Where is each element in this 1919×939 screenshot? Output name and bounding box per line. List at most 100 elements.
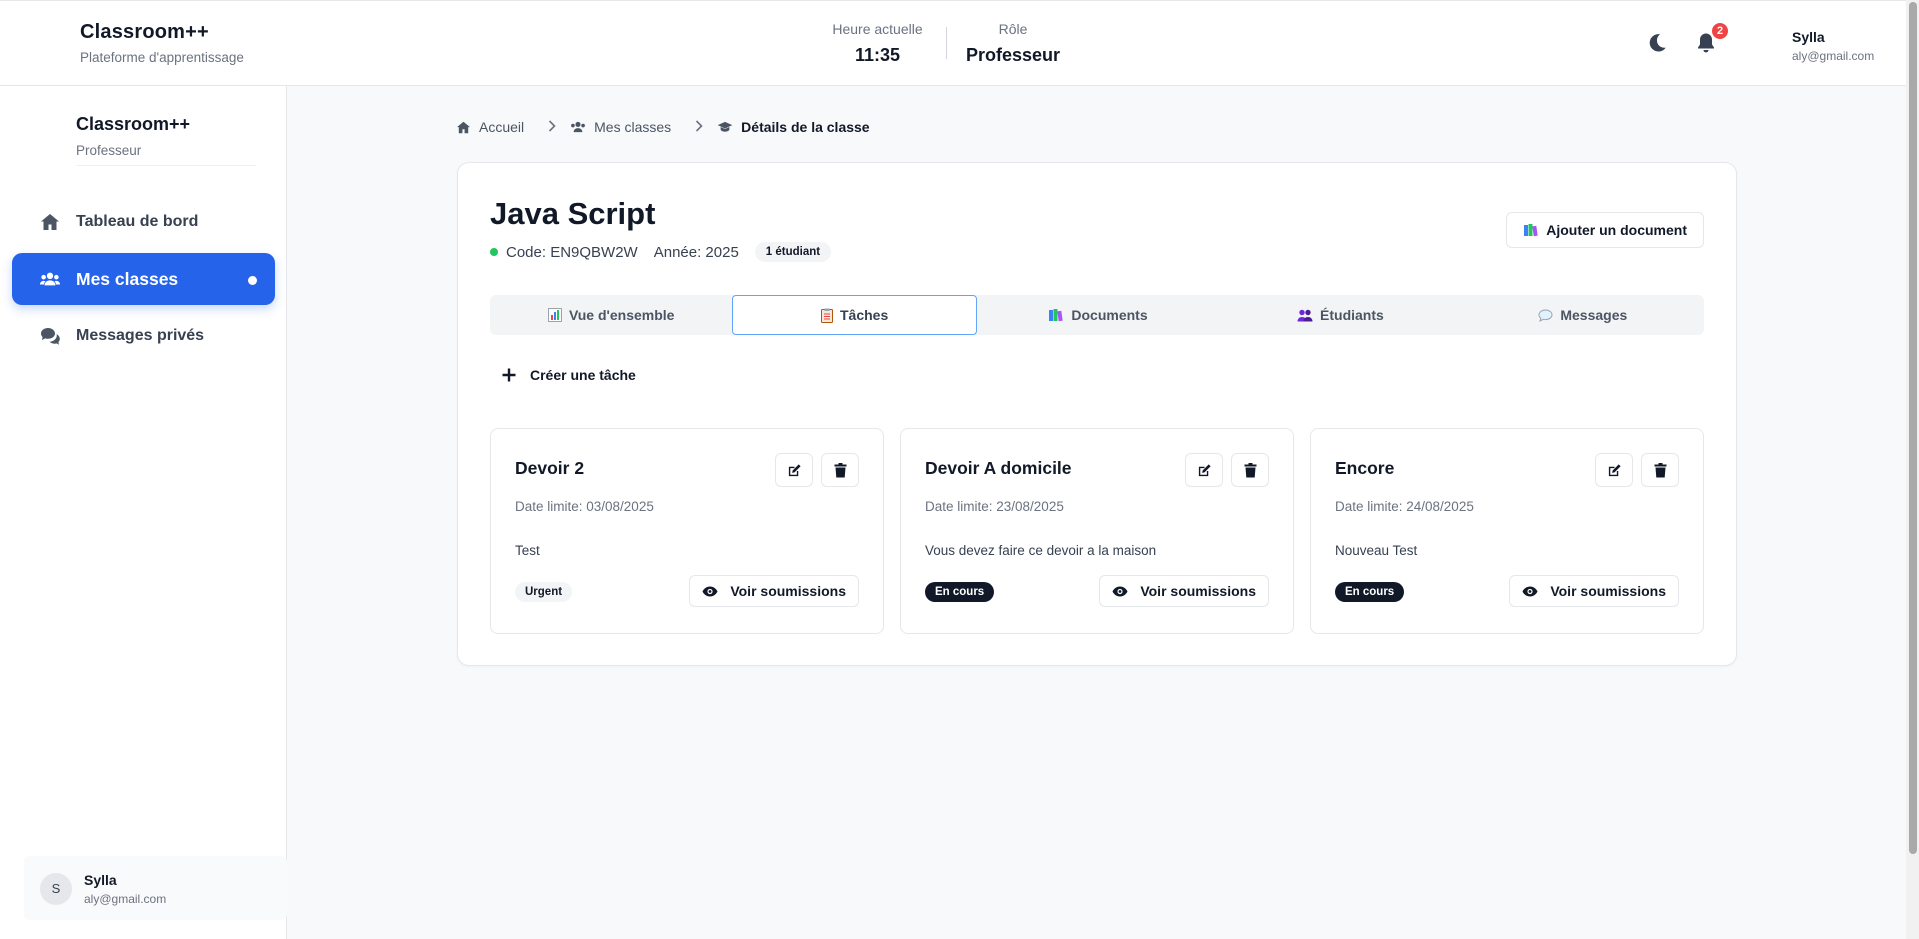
sidebar-brand: Classroom++ Professeur	[76, 114, 256, 158]
notification-badge: 2	[1712, 23, 1728, 39]
breadcrumb-label: Accueil	[479, 119, 525, 135]
task-card: Encore Date limite: 24/08/2025 Nouveau T…	[1310, 428, 1704, 634]
view-submissions-button[interactable]: Voir soumissions	[1099, 575, 1269, 607]
tab-tasks[interactable]: Tâches	[732, 295, 977, 335]
brand-title: Classroom++	[80, 21, 209, 43]
sidebar-brand-title: Classroom++	[76, 114, 191, 134]
class-year: Année: 2025	[653, 243, 739, 261]
task-description: Vous devez faire ce devoir a la maison	[925, 543, 1157, 558]
header-user-email: aly@gmail.com	[1792, 49, 1875, 63]
header-divider	[946, 27, 947, 59]
sidebar-user-name: Sylla	[84, 872, 117, 888]
tab-students[interactable]: Étudiants	[1219, 295, 1461, 335]
eye-icon	[1112, 586, 1128, 597]
sidebar-item-messages[interactable]: Messages privés	[12, 310, 275, 362]
add-document-button[interactable]: Ajouter un document	[1506, 212, 1704, 248]
eye-icon	[702, 586, 718, 597]
sidebar-item-classes[interactable]: Mes classes	[12, 253, 275, 305]
top-header: Classroom++ Plateforme d'apprentissage H…	[0, 0, 1906, 86]
delete-task-button[interactable]	[1231, 453, 1269, 487]
time-label: Heure actuelle	[832, 21, 923, 37]
home-icon	[40, 213, 60, 231]
breadcrumb-label: Détails de la classe	[741, 119, 870, 135]
role-label: Rôle	[998, 21, 1028, 37]
trash-icon	[1654, 462, 1666, 477]
current-time: Heure actuelle 11:35	[820, 21, 935, 66]
view-submissions-label: Voir soumissions	[1550, 583, 1666, 599]
task-description: Test	[515, 543, 540, 558]
sidebar-user-profile[interactable]: S Sylla aly@gmail.com	[24, 856, 287, 920]
moon-icon[interactable]	[1646, 32, 1670, 56]
sidebar-brand-subtitle: Professeur	[76, 143, 142, 158]
eye-icon	[1522, 586, 1538, 597]
view-submissions-label: Voir soumissions	[730, 583, 846, 599]
edit-task-button[interactable]	[775, 453, 813, 487]
home-icon	[457, 121, 470, 133]
sidebar-item-label: Messages privés	[76, 327, 205, 344]
tab-label: Documents	[1071, 307, 1148, 323]
edit-task-button[interactable]	[1595, 453, 1633, 487]
clipboard-icon	[820, 308, 833, 323]
class-details-card: Java Script Code: EN9QBW2W Année: 2025 1…	[457, 162, 1737, 666]
task-card: Devoir 2 Date limite: 03/08/2025 Test Ur…	[490, 428, 884, 634]
books-icon	[1048, 308, 1064, 322]
tab-overview[interactable]: Vue d'ensemble	[490, 295, 732, 335]
view-submissions-button[interactable]: Voir soumissions	[689, 575, 859, 607]
tab-messages[interactable]: Messages	[1462, 295, 1704, 335]
task-card: Devoir A domicile Date limite: 23/08/202…	[900, 428, 1294, 634]
delete-task-button[interactable]	[821, 453, 859, 487]
breadcrumb-current: Détails de la classe	[717, 119, 870, 135]
view-submissions-label: Voir soumissions	[1140, 583, 1256, 599]
task-title: Devoir A domicile	[925, 458, 1072, 478]
breadcrumb: Accueil Mes classes Détails de la classe	[456, 119, 870, 135]
plus-icon	[502, 364, 516, 386]
tab-label: Messages	[1560, 307, 1628, 323]
task-title: Encore	[1335, 458, 1395, 478]
tab-label: Vue d'ensemble	[568, 307, 675, 323]
edit-icon	[1608, 463, 1621, 476]
edit-task-button[interactable]	[1185, 453, 1223, 487]
breadcrumb-home[interactable]: Accueil	[456, 119, 524, 135]
sidebar-divider	[76, 165, 256, 166]
sidebar-user-email: aly@gmail.com	[84, 892, 167, 906]
avatar: S	[40, 873, 72, 905]
trash-icon	[834, 462, 846, 477]
header-user-name: Sylla	[1792, 29, 1825, 45]
class-meta: Code: EN9QBW2W Année: 2025 1 étudiant	[490, 242, 832, 262]
delete-task-button[interactable]	[1641, 453, 1679, 487]
status-badge: En cours	[925, 582, 995, 602]
sidebar: Classroom++ Professeur Tableau de bord M…	[0, 86, 287, 939]
class-code: Code: EN9QBW2W	[506, 243, 638, 261]
status-badge: En cours	[1335, 582, 1405, 602]
tab-label: Étudiants	[1320, 307, 1384, 323]
create-task-button[interactable]: Créer une tâche	[502, 364, 636, 386]
task-title: Devoir 2	[515, 458, 585, 478]
breadcrumb-classes[interactable]: Mes classes	[570, 119, 671, 135]
status-badge: Urgent	[515, 582, 573, 602]
create-task-label: Créer une tâche	[530, 367, 636, 383]
trash-icon	[1244, 462, 1256, 477]
task-deadline: Date limite: 23/08/2025	[925, 499, 1064, 514]
task-description: Nouveau Test	[1335, 543, 1418, 558]
breadcrumb-label: Mes classes	[594, 119, 672, 135]
scrollbar-thumb[interactable]	[1909, 2, 1917, 854]
class-tabs: Vue d'ensemble Tâches Documents Étudiant…	[490, 295, 1704, 335]
sidebar-item-dashboard[interactable]: Tableau de bord	[12, 196, 275, 248]
users-icon	[571, 121, 586, 133]
view-submissions-button[interactable]: Voir soumissions	[1509, 575, 1679, 607]
user-role: Rôle Professeur	[962, 21, 1064, 66]
header-user-menu[interactable]: Sylla aly@gmail.com	[1792, 29, 1874, 63]
brand-subtitle: Plateforme d'apprentissage	[80, 50, 244, 65]
sidebar-item-label: Mes classes	[76, 268, 179, 289]
add-document-label: Ajouter un document	[1546, 222, 1687, 238]
role-value: Professeur	[965, 45, 1061, 65]
header-brand[interactable]: Classroom++ Plateforme d'apprentissage	[80, 21, 244, 65]
tab-documents[interactable]: Documents	[977, 295, 1219, 335]
people-icon	[1297, 309, 1313, 322]
chevron-right-icon	[695, 119, 703, 135]
active-status-dot	[490, 248, 498, 256]
time-value: 11:35	[854, 45, 901, 65]
sidebar-item-label: Tableau de bord	[76, 213, 199, 230]
users-icon	[40, 270, 60, 288]
task-deadline: Date limite: 24/08/2025	[1335, 499, 1474, 514]
